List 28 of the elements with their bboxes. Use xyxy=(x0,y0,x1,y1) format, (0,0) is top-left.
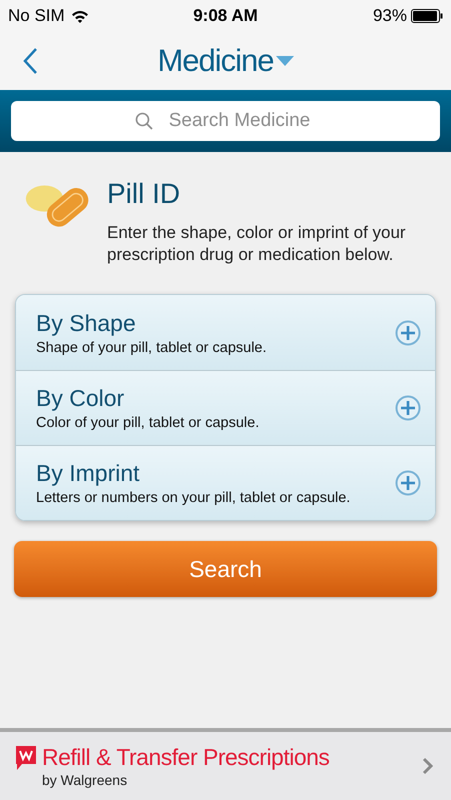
plus-circle-icon xyxy=(395,395,421,421)
option-description: Shape of your pill, tablet or capsule. xyxy=(36,338,268,358)
carrier-label: No SIM xyxy=(8,5,65,28)
option-row[interactable]: By Color Color of your pill, tablet or capsule. xyxy=(16,370,435,445)
plus-circle-icon xyxy=(395,320,421,346)
option-description: Color of your pill, tablet or capsule. xyxy=(36,414,260,433)
option-title: By Shape xyxy=(36,308,137,338)
pill-id-title: Pill ID xyxy=(107,177,182,211)
caret-icon xyxy=(276,56,294,66)
battery-percentage: 93% xyxy=(372,5,407,28)
banner-subtitle: by Walgreens xyxy=(42,771,128,789)
back-chevron-icon xyxy=(22,47,38,75)
plus-circle-icon xyxy=(395,470,421,496)
clock: 9:08 AM xyxy=(193,5,258,28)
search-field[interactable]: Search Medicine xyxy=(11,101,440,141)
chevron-right-icon xyxy=(422,757,433,775)
battery-icon xyxy=(411,9,443,23)
banner-title: Refill & Transfer Prescriptions xyxy=(42,743,330,771)
search-icon xyxy=(135,112,153,130)
wifi-icon xyxy=(70,10,89,22)
option-description: Letters or numbers on your pill, tablet or capsule. xyxy=(36,489,352,508)
intro-text: Enter the shape, color or imprint of your prescription drug or medication below. xyxy=(107,222,407,266)
refill-banner[interactable]: Refill & Transfer Prescriptions by Walgreens xyxy=(0,728,451,800)
option-row[interactable]: By Shape Shape of your pill, tablet or capsule. xyxy=(16,295,435,370)
option-row[interactable]: By Imprint Letters or numbers on your pill, tablet or capsule. xyxy=(16,445,435,520)
walgreens-logo-icon xyxy=(16,746,38,770)
option-title: By Imprint xyxy=(36,459,141,488)
option-title: By Color xyxy=(36,384,126,413)
